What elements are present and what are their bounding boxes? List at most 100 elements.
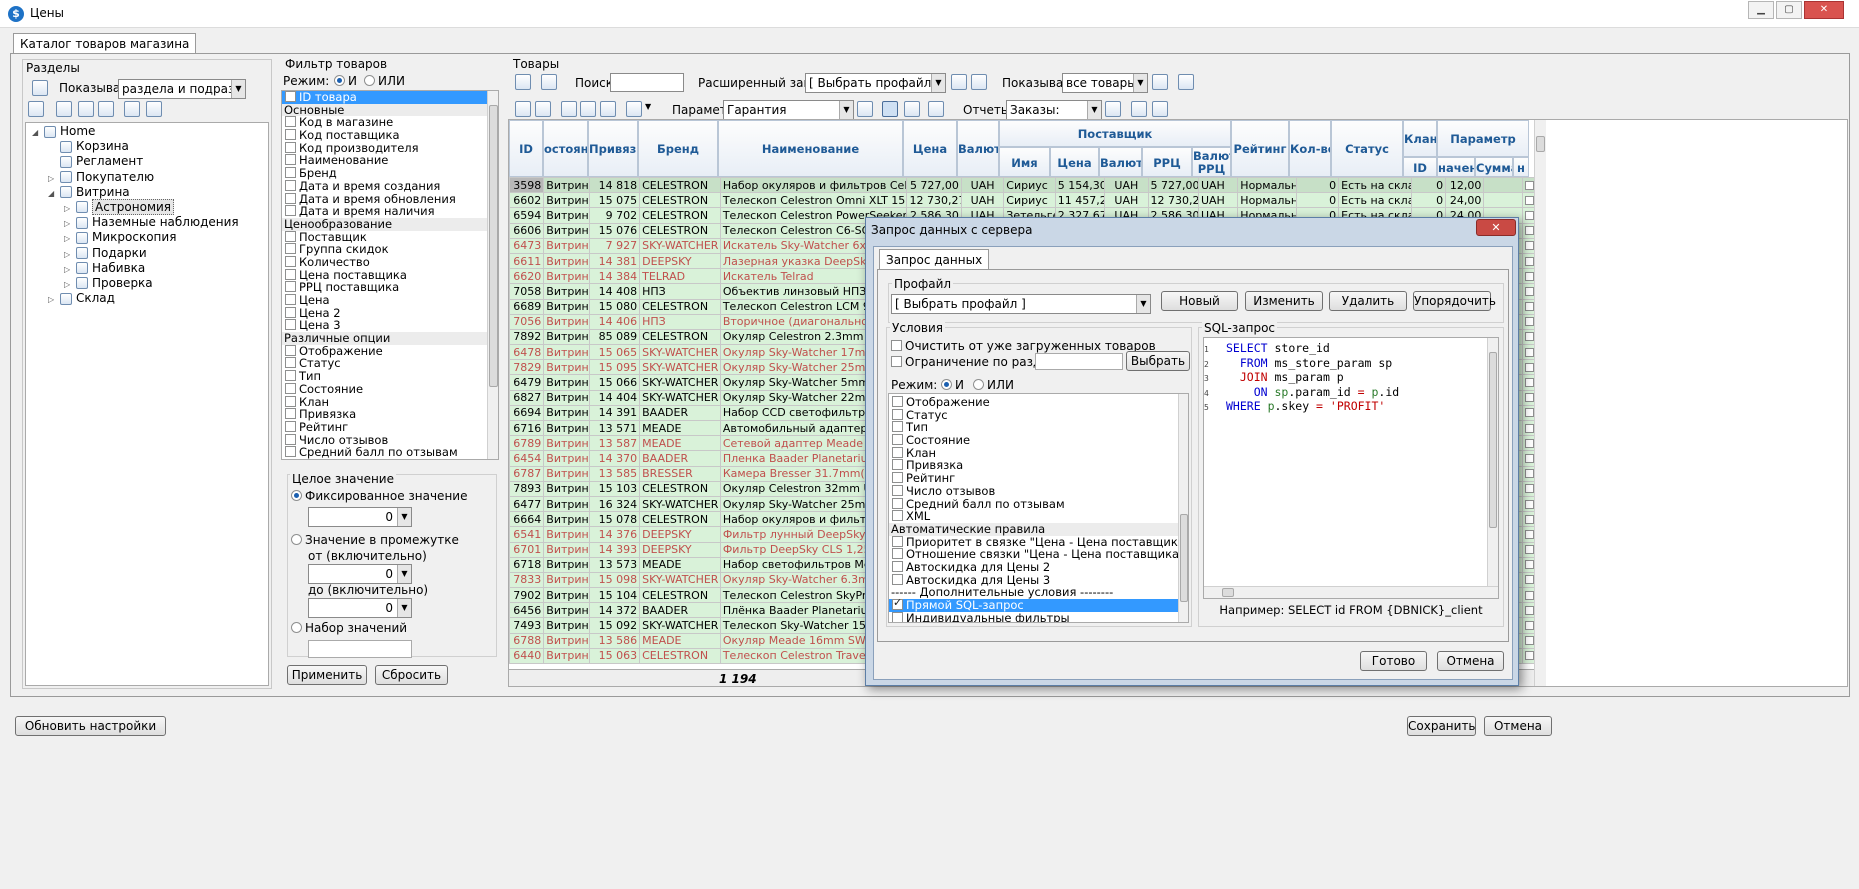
column-export-icon[interactable] (928, 101, 944, 117)
table-cell[interactable]: 6454 (509, 450, 545, 467)
table-cell[interactable]: 15 063 (588, 647, 641, 665)
row-checkbox[interactable] (1524, 180, 1534, 190)
table-cell[interactable]: 7829 (509, 359, 545, 376)
list-item-checkbox[interactable] (892, 510, 903, 522)
search-input[interactable] (610, 73, 684, 92)
cond-mode-and[interactable]: И (941, 378, 964, 392)
table-cell[interactable]: MEADE (639, 556, 721, 573)
table-cell[interactable]: UAH (1104, 176, 1149, 194)
table-cell[interactable]: 14 370 (588, 450, 641, 467)
col-qty[interactable]: Кол-во (1289, 120, 1331, 177)
row-checkbox[interactable] (1524, 453, 1534, 463)
table-cell[interactable]: 14 372 (588, 602, 641, 619)
sql-editor[interactable]: 1 SELECT store_id 2 FROM ms_store_param s… (1203, 337, 1499, 599)
move-up-icon[interactable] (124, 101, 140, 117)
scroll-thumb[interactable] (1489, 352, 1497, 528)
table-cell[interactable]: 14 818 (588, 176, 641, 194)
table-cell[interactable]: 12 730,27 (1147, 192, 1199, 209)
table-cell[interactable]: Витрина (543, 389, 590, 406)
row-checkbox[interactable] (1524, 423, 1534, 433)
add-section-icon[interactable] (56, 101, 72, 117)
search-icon[interactable] (1131, 101, 1147, 117)
col-supplier-price[interactable]: Цена (1050, 147, 1099, 177)
expander-icon[interactable]: ▷ (48, 171, 60, 186)
table-cell[interactable]: Витрина (543, 647, 590, 665)
add-row-icon[interactable] (515, 101, 531, 117)
reset-button[interactable]: Сбросить (375, 665, 448, 685)
scroll-thumb[interactable] (1180, 514, 1188, 602)
col-status[interactable]: Статус (1331, 120, 1403, 177)
table-cell[interactable]: Есть на складе (1338, 176, 1412, 194)
table-cell[interactable]: 6689 (509, 298, 545, 315)
table-cell[interactable]: Витрина (543, 450, 590, 467)
cond-mode-or[interactable]: ИЛИ (973, 378, 1014, 392)
list-item-checkbox[interactable] (892, 472, 903, 484)
row-checkbox[interactable] (1524, 408, 1534, 418)
expander-icon[interactable]: ▷ (64, 231, 76, 246)
row-checkbox[interactable] (1524, 438, 1534, 448)
table-cell[interactable]: DEEPSKY (639, 252, 721, 270)
table-cell[interactable]: TELRAD (639, 268, 721, 285)
table-cell[interactable] (1483, 176, 1523, 194)
table-cell[interactable]: BRESSER (639, 465, 721, 482)
table-cell[interactable]: 14 391 (588, 404, 641, 422)
table-cell[interactable]: Витрина (543, 556, 590, 573)
list-item-checkbox[interactable] (285, 357, 296, 369)
table-cell[interactable]: Витрина (543, 465, 590, 482)
expander-icon[interactable]: ◢ (48, 186, 60, 201)
table-cell[interactable]: UAH (960, 192, 1005, 209)
list-item-checkbox[interactable] (285, 243, 296, 255)
row-checkbox[interactable] (1524, 271, 1534, 281)
row-checkbox[interactable] (1524, 545, 1534, 555)
table-cell[interactable]: 7 927 (588, 237, 641, 254)
tree-node[interactable]: ◢ Home (26, 124, 268, 139)
table-cell[interactable]: Витрина (543, 374, 590, 391)
col-bind[interactable]: Привязка (588, 120, 638, 177)
expander-icon[interactable]: ▷ (64, 201, 76, 216)
col-param-extra[interactable]: н (1513, 157, 1529, 177)
row-checkbox[interactable] (1524, 499, 1534, 509)
sections-show-select[interactable]: раздела и подразделов▼ (118, 79, 246, 99)
list-item-checkbox[interactable] (285, 179, 296, 191)
row-checkbox[interactable] (1524, 347, 1534, 357)
list-item-checkbox[interactable] (285, 91, 296, 102)
table-cell[interactable]: Есть на складе (1338, 192, 1412, 209)
row-checkbox[interactable] (1524, 469, 1534, 479)
table-cell[interactable]: 5 727,00 (906, 176, 962, 194)
row-checkbox[interactable] (1524, 362, 1534, 372)
grid-scrollbar[interactable] (1534, 120, 1546, 686)
col-clan-id[interactable]: ID (1403, 157, 1437, 177)
table-cell[interactable]: SKY-WATCHER (639, 571, 721, 589)
list-item-checkbox[interactable] (285, 167, 296, 179)
table-cell[interactable]: 7892 (509, 328, 545, 346)
limit-sections-input[interactable] (1035, 353, 1123, 370)
table-cell[interactable]: 7893 (509, 480, 545, 497)
col-supplier-rrc[interactable]: РРЦ (1142, 147, 1192, 177)
col-param-sum[interactable]: Сумма (1475, 157, 1513, 177)
row-checkbox[interactable] (1524, 332, 1534, 342)
table-cell[interactable]: CELESTRON (639, 222, 721, 239)
expander-icon[interactable]: ▷ (64, 247, 76, 262)
paste-icon[interactable] (580, 101, 596, 117)
list-item[interactable]: Средний балл по отзывам (282, 446, 498, 459)
move-down-icon[interactable] (146, 101, 162, 117)
range-to-input[interactable]: 0 ▼ (308, 598, 412, 618)
table-cell[interactable]: Сириус (1003, 176, 1056, 194)
table-cell[interactable]: SKY-WATCHER (639, 617, 721, 634)
row-checkbox[interactable] (1524, 484, 1534, 494)
table-cell[interactable]: Витрина (543, 419, 590, 437)
list-item-checkbox[interactable] (285, 408, 296, 420)
table-cell[interactable]: 14 381 (588, 252, 641, 270)
table-cell[interactable]: 6478 (509, 344, 545, 361)
table-cell[interactable]: Витрина (543, 313, 590, 330)
table-cell[interactable]: 0 (1295, 176, 1340, 194)
tree-node[interactable]: Корзина (26, 139, 268, 154)
table-cell[interactable]: 14 408 (588, 283, 641, 300)
table-cell[interactable]: 6602 (509, 192, 545, 209)
table-cell[interactable]: 15 104 (588, 587, 641, 604)
table-cell[interactable]: 13 571 (588, 419, 641, 437)
row-checkbox[interactable] (1524, 286, 1534, 296)
table-cell[interactable]: 7056 (509, 313, 545, 330)
table-icon[interactable] (1152, 101, 1168, 117)
table-cell[interactable]: 6620 (509, 268, 545, 285)
